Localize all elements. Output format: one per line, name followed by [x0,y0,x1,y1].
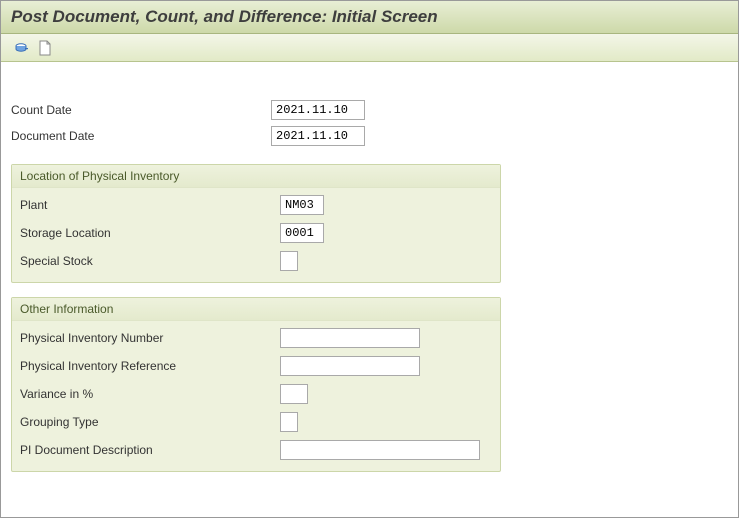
pi-reference-input[interactable] [280,356,420,376]
pi-description-input[interactable] [280,440,480,460]
storage-location-input[interactable] [280,223,324,243]
count-date-input[interactable] [271,100,365,120]
pi-number-label: Physical Inventory Number [20,331,280,345]
variance-label: Variance in % [20,387,280,401]
page-title: Post Document, Count, and Difference: In… [11,7,728,27]
pi-reference-label: Physical Inventory Reference [20,359,280,373]
storage-location-label: Storage Location [20,226,280,240]
run-icon[interactable] [13,40,29,56]
row-count-date: Count Date [11,98,728,122]
new-doc-icon[interactable] [37,40,53,56]
row-special-stock: Special Stock [20,248,492,274]
grouping-input[interactable] [280,412,298,432]
special-stock-input[interactable] [280,251,298,271]
document-date-label: Document Date [11,129,271,143]
row-storage-location: Storage Location [20,220,492,246]
toolbar [1,34,738,62]
title-bar: Post Document, Count, and Difference: In… [1,1,738,34]
count-date-label: Count Date [11,103,271,117]
row-plant: Plant [20,192,492,218]
row-pi-description: PI Document Description [20,437,492,463]
group-location-title: Location of Physical Inventory [12,165,500,188]
pi-number-input[interactable] [280,328,420,348]
top-fields: Count Date Document Date [11,98,728,148]
variance-input[interactable] [280,384,308,404]
row-variance: Variance in % [20,381,492,407]
plant-input[interactable] [280,195,324,215]
document-date-input[interactable] [271,126,365,146]
content-area: Count Date Document Date Location of Phy… [1,62,738,517]
row-pi-reference: Physical Inventory Reference [20,353,492,379]
group-other-title: Other Information [12,298,500,321]
row-grouping-type: Grouping Type [20,409,492,435]
row-pi-number: Physical Inventory Number [20,325,492,351]
special-stock-label: Special Stock [20,254,280,268]
group-other: Other Information Physical Inventory Num… [11,297,501,472]
group-location: Location of Physical Inventory Plant Sto… [11,164,501,283]
window-frame: Post Document, Count, and Difference: In… [0,0,739,518]
row-document-date: Document Date [11,124,728,148]
grouping-label: Grouping Type [20,415,280,429]
plant-label: Plant [20,198,280,212]
pi-description-label: PI Document Description [20,443,280,457]
